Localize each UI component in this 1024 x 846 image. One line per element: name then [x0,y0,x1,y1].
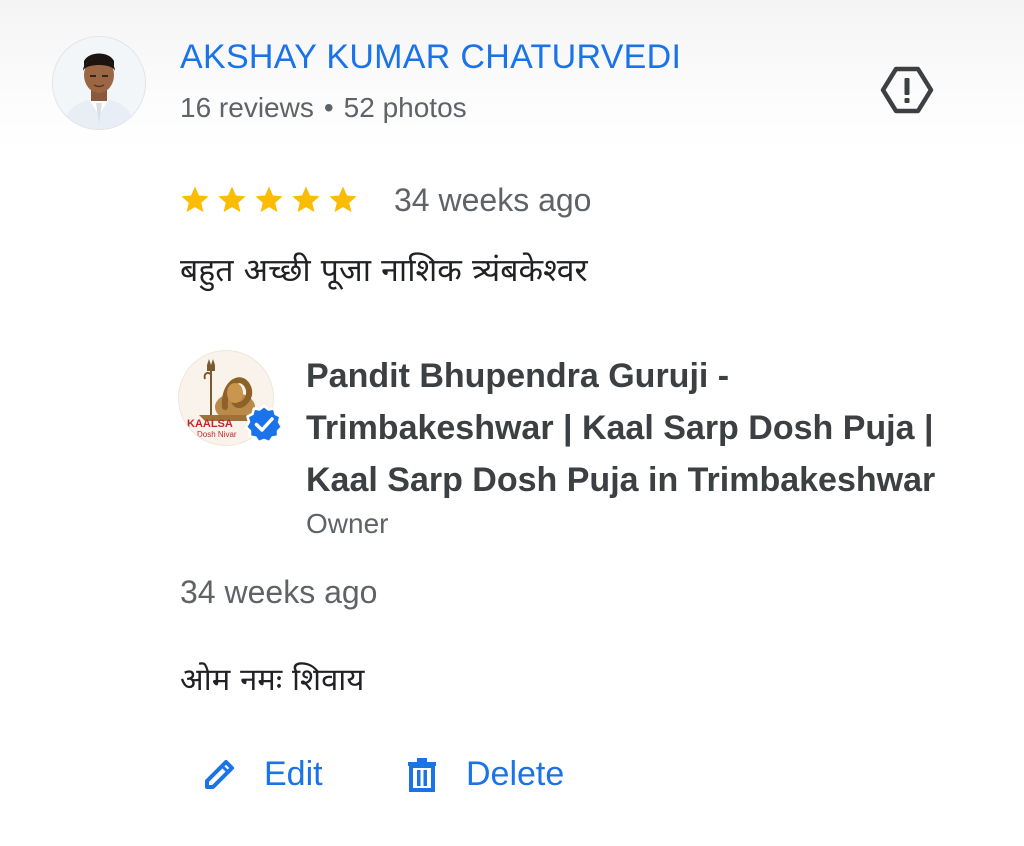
rating-row: 34 weeks ago [178,176,591,224]
meta-separator: • [323,92,334,123]
owner-logo-text: KAALSA [187,418,233,430]
owner-name[interactable]: Pandit Bhupendra Guruji - Trimbakeshwar … [306,350,986,506]
owner-label: Owner [306,508,389,539]
review-time: 34 weeks ago [394,181,592,218]
reviewer-name[interactable]: AKSHAY KUMAR CHATURVEDI [180,38,681,77]
review-card: AKSHAY KUMAR CHATURVEDI 16 reviews • 52 ph… [0,0,1024,846]
trash-icon [408,758,436,792]
star-icon [255,186,283,213]
review-text: बहुत अच्छी पूजा नाशिक त्र्यंबकेश्वर [180,251,588,289]
report-flag-icon[interactable] [880,66,934,114]
response-text: ओम नमः शिवाय [180,662,365,698]
response-time: 34 weeks ago [180,574,378,610]
edit-label: Edit [264,754,323,793]
reviewer-avatar[interactable] [52,36,146,130]
delete-label: Delete [466,754,565,793]
star-icon [292,186,320,213]
reviews-count: 16 reviews [180,92,314,123]
star-rating [178,183,360,217]
photos-count: 52 photos [343,92,467,123]
star-icon [181,186,209,213]
reviewer-photo [53,37,145,129]
delete-button[interactable]: Delete [402,746,564,802]
edit-button[interactable]: Edit [200,746,323,802]
star-icon [329,186,357,213]
reviewer-stats: 16 reviews • 52 photos [180,92,467,124]
owner-logo-subtext: Dosh Nivar [197,430,237,439]
star-icon [218,186,246,213]
pencil-icon [205,760,234,789]
verified-badge-icon [244,404,284,444]
